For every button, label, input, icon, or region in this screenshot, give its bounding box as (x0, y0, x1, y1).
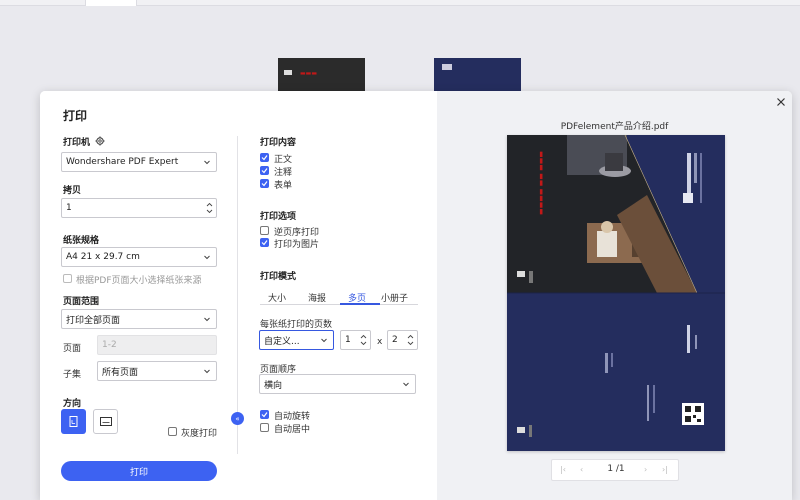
body-text-label: 正文 (274, 155, 293, 165)
auto-center-label: 自动居中 (274, 425, 311, 435)
printer-label: 打印机 (63, 138, 91, 148)
subset-label: 子集 (63, 370, 82, 380)
checkmark-icon (261, 412, 268, 418)
chevron-down-icon (204, 369, 210, 374)
chevrons-left-icon: « (235, 414, 240, 423)
print-button[interactable]: 打印 (61, 461, 217, 481)
chevron-down-icon (403, 382, 409, 387)
pages-input[interactable]: 1-2 (97, 335, 217, 355)
paper-source-checkbox[interactable] (63, 274, 72, 283)
subset-value: 所有页面 (102, 367, 139, 378)
background-thumbnail[interactable]: ▬▬▬ (278, 58, 365, 94)
times-sign: x (377, 337, 383, 347)
page-order-value: 横向 (264, 380, 283, 391)
active-tab-indicator (340, 303, 380, 305)
printer-select[interactable]: Wondershare PDF Expert (61, 152, 217, 172)
reverse-order-checkbox[interactable] (260, 226, 269, 235)
copies-stepper[interactable]: 1 (61, 198, 217, 218)
copies-label: 拷贝 (63, 186, 82, 196)
rows-stepper[interactable]: 2 (387, 330, 418, 350)
thumbnail-logo (442, 64, 452, 70)
landscape-button[interactable] (93, 409, 118, 434)
close-icon[interactable] (775, 96, 787, 108)
pages-per-sheet-label: 每张纸打印的页数 (260, 320, 333, 330)
paper-source-label: 根据PDF页面大小选择纸张来源 (76, 276, 202, 286)
print-as-image-checkbox[interactable] (260, 238, 269, 247)
page-navigator: |‹ ‹ 1 /1 › ›| (551, 459, 679, 481)
paper-size-select[interactable]: A4 21 x 29.7 cm (61, 247, 217, 267)
orientation-label: 方向 (63, 399, 82, 409)
tab-poster[interactable]: 海报 (308, 291, 326, 304)
forms-checkbox[interactable] (260, 179, 269, 188)
auto-rotate-label: 自动旋转 (274, 412, 311, 422)
next-page-icon[interactable]: › (644, 465, 647, 474)
annotations-checkbox[interactable] (260, 166, 269, 175)
previous-page-icon[interactable]: ‹ (580, 465, 583, 474)
last-page-icon[interactable]: ›| (662, 465, 668, 474)
app-tab-bar (0, 0, 800, 6)
stepper-arrows-icon[interactable] (360, 333, 367, 347)
auto-center-checkbox[interactable] (260, 423, 269, 432)
grayscale-checkbox[interactable] (168, 427, 177, 436)
printer-value: Wondershare PDF Expert (66, 157, 179, 167)
pane-divider (237, 136, 238, 454)
landscape-page-icon (100, 417, 112, 426)
chevron-down-icon (321, 338, 327, 343)
print-options-label: 打印选项 (260, 212, 297, 222)
preview-filename: PDFelement产品介绍.pdf (560, 122, 669, 132)
paper-size-label: 纸张规格 (63, 236, 100, 246)
page-order-select[interactable]: 横向 (259, 374, 416, 394)
preview-page-image: ▬▬▬▬ ▬▬ ▬▬▬ (507, 135, 725, 451)
print-content-label: 打印内容 (260, 138, 297, 148)
pages-per-sheet-select[interactable]: 自定义... (259, 330, 334, 350)
page-range-label: 页面范围 (63, 297, 100, 307)
tab-size[interactable]: 大小 (268, 291, 286, 304)
pages-per-sheet-value: 自定义... (264, 336, 300, 347)
app-tab[interactable] (85, 0, 137, 6)
portrait-page-icon (69, 416, 78, 427)
rows-value: 2 (392, 335, 398, 345)
first-page-icon[interactable]: |‹ (560, 465, 566, 474)
gear-icon[interactable] (95, 136, 105, 146)
dialog-title: 打印 (63, 109, 88, 123)
auto-rotate-checkbox[interactable] (260, 410, 269, 419)
grayscale-label: 灰度打印 (181, 429, 218, 439)
chevron-down-icon (204, 317, 210, 322)
checkmark-icon (261, 155, 268, 161)
thumbnail-logo (284, 70, 292, 75)
checkmark-icon (261, 181, 268, 187)
checkmark-icon (261, 240, 268, 246)
chevron-down-icon (204, 255, 210, 260)
paper-size-value: A4 21 x 29.7 cm (66, 252, 140, 262)
svg-text:▬▬▬▬ ▬▬ ▬▬▬: ▬▬▬▬ ▬▬ ▬▬▬ (537, 151, 545, 215)
body-text-checkbox[interactable] (260, 153, 269, 162)
background-thumbnail[interactable] (434, 58, 521, 94)
page-indicator[interactable]: 1 /1 (602, 464, 630, 474)
columns-value: 1 (345, 335, 351, 345)
collapse-toggle[interactable]: « (231, 412, 244, 425)
print-as-image-label: 打印为图片 (274, 240, 320, 250)
thumbnail-title-mark: ▬▬▬ (300, 70, 318, 77)
print-dialog: 打印 打印机 Wondershare PDF Expert 拷贝 1 纸张规格 … (40, 91, 792, 500)
checkmark-icon (261, 168, 268, 174)
pages-placeholder: 1-2 (102, 340, 117, 350)
portrait-button[interactable] (61, 409, 86, 434)
pages-label: 页面 (63, 344, 82, 354)
print-mode-tabs: 大小 海报 多页 小册子 (260, 289, 418, 305)
preview-sheet: ▬▬▬▬ ▬▬ ▬▬▬ (507, 135, 725, 451)
print-mode-label: 打印模式 (260, 272, 297, 282)
columns-stepper[interactable]: 1 (340, 330, 371, 350)
stepper-arrows-icon[interactable] (407, 333, 414, 347)
page-range-value: 打印全部页面 (66, 315, 121, 326)
print-preview-pane: PDFelement产品介绍.pdf ▬▬▬▬ ▬▬ ▬▬▬ |‹ ‹ 1 /1… (437, 91, 792, 500)
copies-value: 1 (66, 203, 72, 213)
annotations-label: 注释 (274, 168, 293, 178)
print-settings-pane: 打印 打印机 Wondershare PDF Expert 拷贝 1 纸张规格 … (40, 91, 437, 500)
stepper-arrows-icon[interactable] (206, 201, 213, 215)
chevron-down-icon (204, 160, 210, 165)
page-range-select[interactable]: 打印全部页面 (61, 309, 217, 329)
subset-select[interactable]: 所有页面 (97, 361, 217, 381)
tab-booklet[interactable]: 小册子 (381, 291, 408, 304)
forms-label: 表单 (274, 181, 293, 191)
